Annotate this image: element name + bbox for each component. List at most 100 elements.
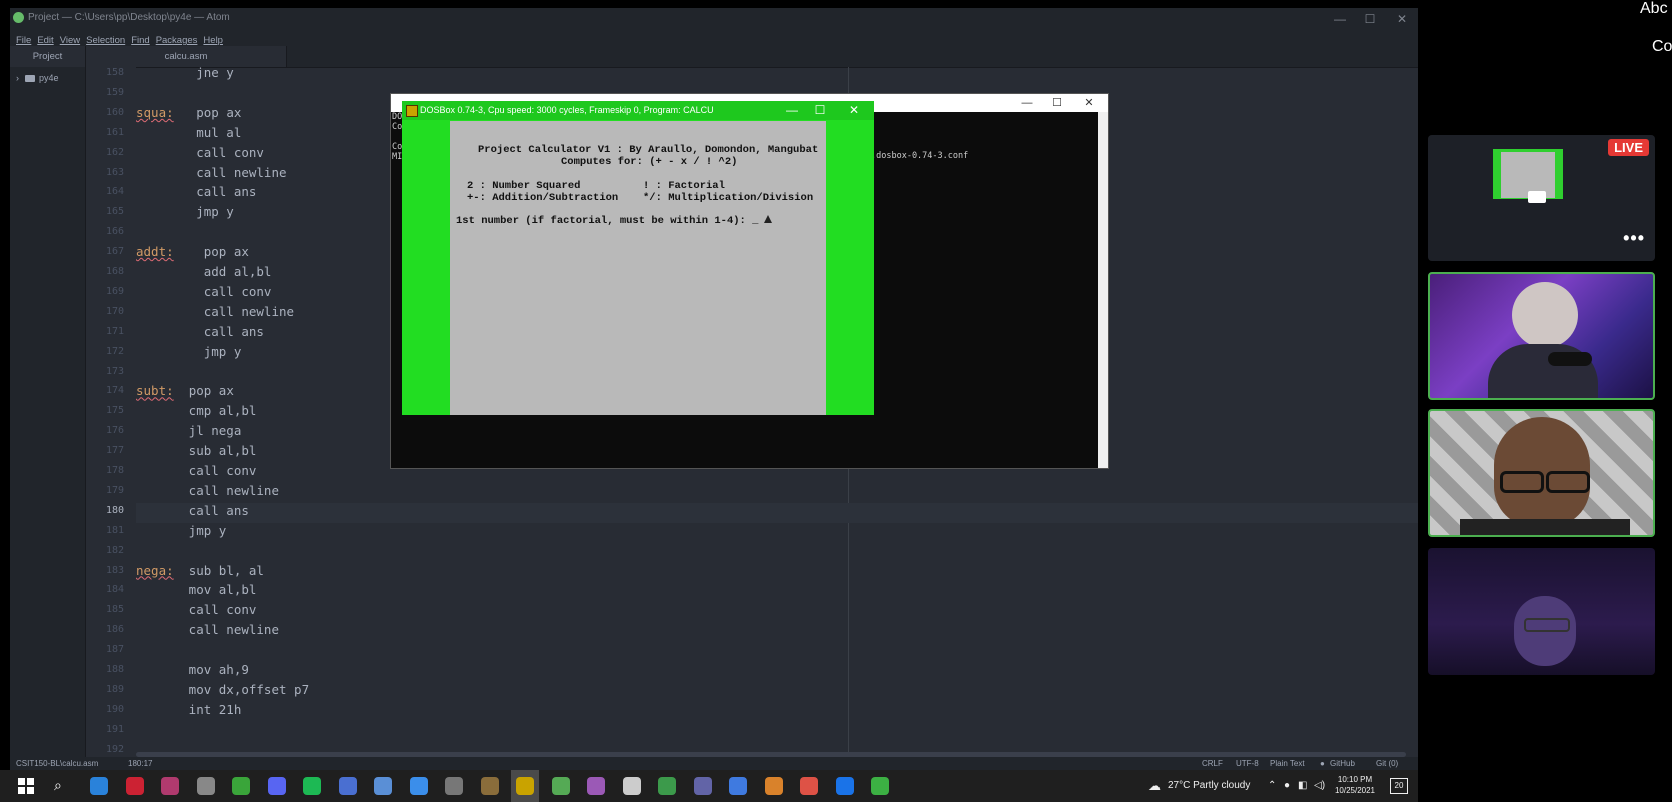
taskbar-app-icon[interactable] <box>232 777 250 795</box>
code-line[interactable]: mov dx,offset p7 <box>136 682 309 697</box>
tree-item-root[interactable]: › py4e <box>16 73 59 83</box>
code-line[interactable]: sub al,bl <box>136 443 257 458</box>
minimize-icon[interactable]: — <box>1326 10 1354 28</box>
status-cursor-position[interactable]: 180:17 <box>128 759 152 768</box>
code-line[interactable]: mov ah,9 <box>136 662 249 677</box>
code-line[interactable]: nega: sub bl, al <box>136 563 264 578</box>
code-line[interactable]: call newline <box>136 622 279 637</box>
code-line[interactable]: call newline <box>136 165 286 180</box>
taskbar-app-icon[interactable] <box>693 777 712 795</box>
code-line[interactable]: call conv <box>136 602 257 617</box>
status-line-ending[interactable]: CRLF <box>1202 759 1223 768</box>
tab-calcu-asm[interactable]: calcu.asm <box>85 46 287 67</box>
taskbar-app-icon[interactable] <box>516 777 534 795</box>
code-line[interactable]: call conv <box>136 284 272 299</box>
status-grammar[interactable]: Plain Text <box>1270 759 1305 768</box>
line-number: 187 <box>105 644 124 656</box>
code-line[interactable]: call ans <box>136 184 256 199</box>
code-line[interactable]: addt: pop ax <box>136 244 249 259</box>
folder-icon <box>25 75 35 83</box>
code-line[interactable]: mul al <box>136 125 241 140</box>
code-line[interactable]: jmp y <box>136 523 227 538</box>
code-line[interactable]: call conv <box>136 463 257 478</box>
taskbar-app-icon[interactable] <box>800 777 818 795</box>
taskbar-app-icon[interactable] <box>409 777 428 795</box>
minimize-icon[interactable]: — <box>1013 94 1041 112</box>
code-line[interactable]: mov al,bl <box>136 582 257 597</box>
taskbar-app-icon[interactable] <box>161 777 179 795</box>
project-tree: › py4e <box>10 67 86 757</box>
menu-item-edit[interactable]: Edit <box>37 35 53 46</box>
volume-icon[interactable]: ◁) <box>1314 780 1325 791</box>
code-line[interactable]: call conv <box>136 145 264 160</box>
taskbar-app-icon[interactable] <box>622 777 641 795</box>
taskbar-app-icon[interactable] <box>871 777 889 795</box>
taskbar-app-icon[interactable] <box>587 777 605 795</box>
taskbar-app-icon[interactable] <box>338 777 357 795</box>
line-number: 177 <box>105 445 124 457</box>
close-icon[interactable]: ✕ <box>840 101 868 119</box>
terminal-scrollbar[interactable] <box>1098 112 1108 468</box>
windows-start-icon[interactable] <box>18 778 34 794</box>
maximize-icon[interactable]: ☐ <box>1043 94 1071 112</box>
taskbar-app-icon[interactable] <box>480 777 499 795</box>
network-icon[interactable]: ◧ <box>1298 780 1307 791</box>
taskbar-app-icon[interactable] <box>90 777 108 795</box>
participant-tile-3[interactable] <box>1428 548 1655 675</box>
line-number: 161 <box>105 126 124 138</box>
weather-text[interactable]: 27°C Partly cloudy <box>1168 780 1250 791</box>
menu-item-find[interactable]: Find <box>131 35 149 46</box>
mic-icon[interactable]: ● <box>1284 780 1290 791</box>
taskbar-app-icon[interactable] <box>196 777 215 795</box>
maximize-icon[interactable]: ☐ <box>806 101 834 119</box>
code-line[interactable]: jne y <box>136 65 234 80</box>
code-line[interactable]: call newline <box>136 483 279 498</box>
menu-item-packages[interactable]: Packages <box>156 35 198 46</box>
menu-item-view[interactable]: View <box>60 35 80 46</box>
taskbar-app-icon[interactable] <box>303 777 321 795</box>
taskbar-app-icon[interactable] <box>835 777 854 795</box>
menu-item-selection[interactable]: Selection <box>86 35 125 46</box>
menu-item-file[interactable]: File <box>16 35 31 46</box>
status-file-path[interactable]: CSIT150-BL\calcu.asm <box>16 759 98 768</box>
code-line[interactable]: cmp al,bl <box>136 403 257 418</box>
code-line[interactable]: jmp y <box>136 344 242 359</box>
taskbar-app-icon[interactable] <box>729 777 747 795</box>
dosbox-screen[interactable]: Project Calculator V1 : By Araullo, Domo… <box>450 121 826 415</box>
minimize-icon[interactable]: — <box>778 101 806 119</box>
line-number: 175 <box>105 405 124 417</box>
taskbar-clock[interactable]: 10:10 PM 10/25/2021 <box>1330 774 1380 796</box>
tab-project[interactable]: Project <box>10 46 85 67</box>
code-line[interactable]: squa: pop ax <box>136 105 241 120</box>
code-line[interactable]: jl nega <box>136 423 242 438</box>
taskbar-app-icon[interactable] <box>658 777 676 795</box>
participant-tile-1[interactable] <box>1428 272 1655 400</box>
taskbar-app-icon[interactable] <box>551 777 570 795</box>
code-line[interactable]: subt: pop ax <box>136 383 234 398</box>
participant-tile-2[interactable] <box>1428 409 1655 537</box>
code-line[interactable]: call ans <box>136 324 264 339</box>
menu-item-help[interactable]: Help <box>203 35 223 46</box>
taskbar-app-icon[interactable] <box>125 777 144 795</box>
code-line[interactable]: call newline <box>136 304 294 319</box>
status-github[interactable]: GitHub <box>1330 759 1355 768</box>
code-line[interactable]: call ans <box>136 503 249 518</box>
code-line[interactable]: jmp y <box>136 204 234 219</box>
taskbar-app-icon[interactable] <box>764 777 783 795</box>
maximize-icon[interactable]: ☐ <box>1356 10 1384 28</box>
taskbar-app-icon[interactable] <box>267 777 286 795</box>
status-encoding[interactable]: UTF-8 <box>1236 759 1259 768</box>
code-text: pop ax <box>173 244 249 260</box>
code-line[interactable]: add al,bl <box>136 264 272 279</box>
status-git[interactable]: Git (0) <box>1376 759 1398 768</box>
tray-overflow-icon[interactable]: ⌃ <box>1268 780 1276 791</box>
code-line[interactable]: int 21h <box>136 702 242 717</box>
more-options-icon[interactable]: ••• <box>1623 228 1645 249</box>
notification-icon[interactable]: 20 <box>1390 778 1408 794</box>
taskbar-app-icon[interactable] <box>445 777 463 795</box>
search-icon[interactable]: ⌕ <box>54 777 62 794</box>
close-icon[interactable]: ✕ <box>1388 10 1416 28</box>
taskbar-app-icon[interactable] <box>374 777 392 795</box>
close-icon[interactable]: ✕ <box>1075 94 1103 112</box>
screen-share-tile[interactable]: LIVE ••• <box>1428 135 1655 261</box>
